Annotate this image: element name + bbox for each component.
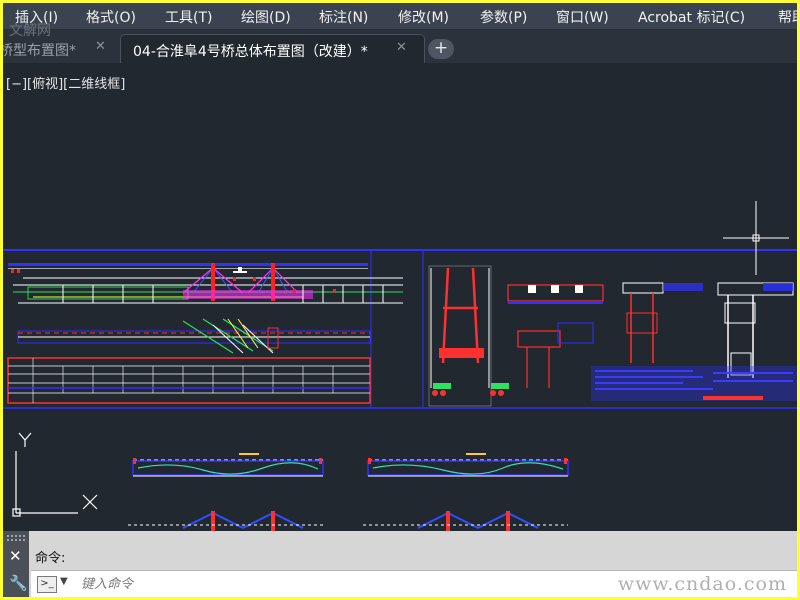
menu-bar: 插入(I) 格式(O) 工具(T) 绘图(D) 标注(N) 修改(M) 参数(P… xyxy=(3,3,797,30)
close-icon[interactable]: ✕ xyxy=(9,547,22,565)
viewport-controls[interactable]: [−][俯视][二维线框] xyxy=(6,73,125,92)
wrench-icon[interactable]: 🔧 xyxy=(9,574,28,592)
close-icon[interactable]: ✕ xyxy=(95,39,106,54)
drawing-canvas[interactable] xyxy=(3,63,797,531)
menu-tools[interactable]: 工具(T) xyxy=(165,7,212,27)
autocad-window: 插入(I) 格式(O) 工具(T) 绘图(D) 标注(N) 修改(M) 参数(P… xyxy=(3,3,797,597)
menu-draw[interactable]: 绘图(D) xyxy=(241,7,291,27)
menu-parameters[interactable]: 参数(P) xyxy=(480,7,527,27)
file-tab-bar: 文解网 桥型布置图* ✕ 04-合淮阜4号桥总体布置图（改建）* ✕ xyxy=(3,23,797,63)
command-input-bar: >_ ▼ www.cndao.com xyxy=(31,570,797,597)
chevron-down-icon[interactable]: ▼ xyxy=(60,576,68,587)
command-line-panel: ✕ 🔧 命令: >_ ▼ www.cndao.com xyxy=(3,531,797,597)
tab-label: 04-合淮阜4号桥总体布置图（改建）* xyxy=(133,44,368,60)
tab-label: 桥型布置图* xyxy=(3,43,76,59)
command-grip-bar[interactable]: ✕ 🔧 xyxy=(3,531,29,597)
menu-help[interactable]: 帮助 xyxy=(778,7,797,27)
menu-dimension[interactable]: 标注(N) xyxy=(319,7,368,27)
command-history: 命令: xyxy=(35,551,66,566)
menu-format[interactable]: 格式(O) xyxy=(86,7,136,27)
command-prompt-icon[interactable]: >_ xyxy=(37,576,57,593)
menu-window[interactable]: 窗口(W) xyxy=(556,7,609,27)
new-tab-button[interactable]: + xyxy=(428,39,454,59)
tab-bridge-general-layout[interactable]: 04-合淮阜4号桥总体布置图（改建）* ✕ xyxy=(120,34,425,63)
site-watermark: www.cndao.com xyxy=(617,573,787,595)
command-input[interactable] xyxy=(79,573,603,595)
tab-bridge-layout[interactable]: 桥型布置图* ✕ xyxy=(3,34,116,62)
menu-acrobat[interactable]: Acrobat 标记(C) xyxy=(638,7,745,27)
close-icon[interactable]: ✕ xyxy=(396,40,407,55)
menu-modify[interactable]: 修改(M) xyxy=(398,7,449,27)
